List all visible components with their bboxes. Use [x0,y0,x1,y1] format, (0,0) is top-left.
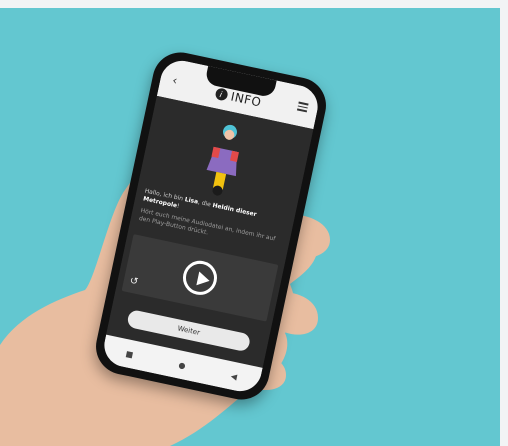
scene: ‹ i INFO Hallo, ich bin Lisa, die Heldin… [0,0,508,446]
circle-icon[interactable]: ● [178,360,187,370]
heroine-illustration [206,124,239,196]
play-icon[interactable] [179,257,221,299]
square-icon[interactable]: ■ [125,349,134,359]
info-icon: i [214,87,229,102]
hamburger-icon[interactable] [297,101,309,112]
replay-icon[interactable]: ↺ [129,275,139,288]
triangle-icon[interactable]: ◀ [230,371,238,381]
chevron-left-icon[interactable]: ‹ [171,73,179,88]
